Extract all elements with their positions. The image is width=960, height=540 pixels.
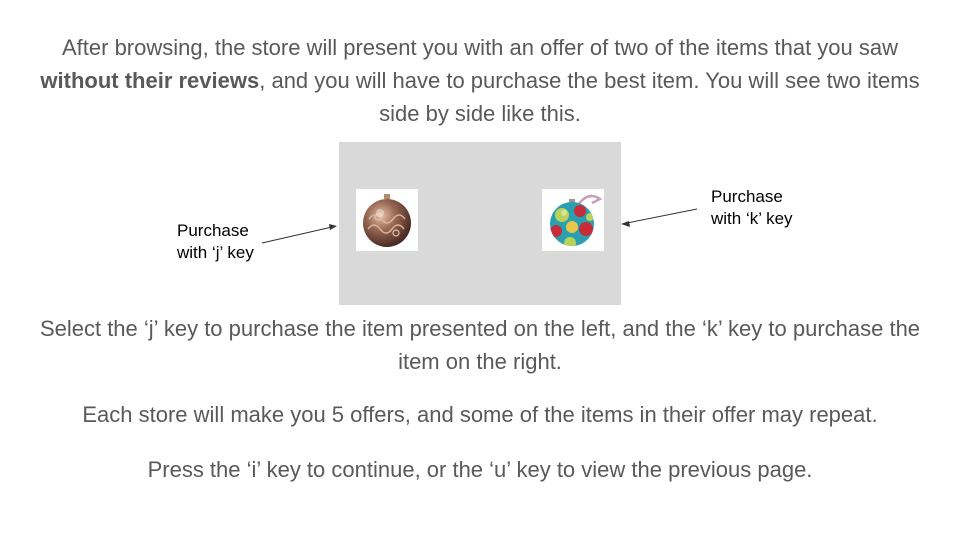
right-item-image <box>542 189 604 251</box>
right-key-label: Purchase with ‘k’ key <box>711 186 793 230</box>
left-arrow-icon <box>261 224 337 244</box>
continue-instruction: Press the ‘i’ key to continue, or the ‘u… <box>147 457 813 482</box>
select-instruction: Select the ‘j’ key to purchase the item … <box>39 316 921 374</box>
left-key-label-line1: Purchase <box>177 221 249 240</box>
offer-panel <box>339 142 621 305</box>
intro-text-bold: without their reviews <box>40 68 260 93</box>
right-key-label-line2: with ‘k’ key <box>711 209 793 228</box>
right-arrow-icon <box>621 208 698 227</box>
left-key-label: Purchase with ‘j’ key <box>177 220 254 264</box>
left-item-image <box>356 189 418 251</box>
intro-text: After browsing, the store will present y… <box>30 31 930 130</box>
right-key-label-line1: Purchase <box>711 187 783 206</box>
intro-text-part2: , and you will have to purchase the best… <box>259 68 920 126</box>
bronze-ornament-icon <box>363 194 411 247</box>
intro-text-part1: After browsing, the store will present y… <box>62 35 898 60</box>
polka-dot-ornament-icon <box>550 194 603 246</box>
left-key-label-line2: with ‘j’ key <box>177 243 254 262</box>
offers-instruction: Each store will make you 5 offers, and s… <box>82 402 878 427</box>
